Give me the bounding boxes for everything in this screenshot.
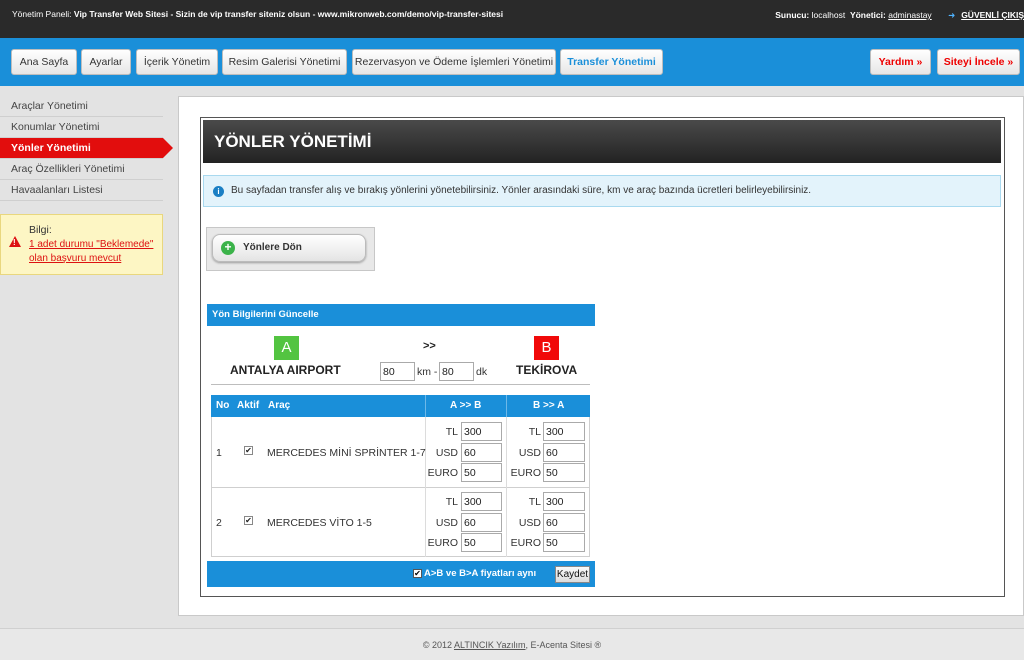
row-1-ba-euro-input[interactable] bbox=[543, 463, 585, 482]
row-2-ab-tl-input[interactable] bbox=[461, 492, 502, 511]
row-2-ab-usd-label: USD bbox=[435, 517, 458, 529]
row-1-no: 1 bbox=[216, 447, 222, 459]
row-2-ba-usd-label: USD bbox=[518, 517, 541, 529]
row-2-ba-euro-label: EURO bbox=[510, 537, 541, 549]
nav-rezervasyon[interactable]: Rezervasyon ve Ödeme İşlemleri Yönetimi bbox=[352, 49, 556, 75]
admin-link[interactable]: adminastay bbox=[888, 10, 931, 20]
header-divider bbox=[506, 395, 507, 417]
nav-ayarlar[interactable]: Ayarlar bbox=[81, 49, 131, 75]
footer-suffix: , E-Acenta Sitesi ® bbox=[525, 640, 602, 650]
sidebar-item-havaalanlari[interactable]: Havaalanları Listesi bbox=[0, 180, 163, 201]
col-aktif: Aktif bbox=[237, 400, 260, 411]
sidebar-item-yonler[interactable]: Yönler Yönetimi bbox=[0, 138, 173, 159]
price-table-header: No Aktif Araç A >> B B >> A bbox=[211, 395, 590, 417]
row-2-ab-euro-input[interactable] bbox=[461, 533, 502, 552]
col-a-to-b: A >> B bbox=[450, 400, 482, 411]
row-2-ab-euro-label: EURO bbox=[427, 537, 458, 549]
place-b: TEKİROVA bbox=[516, 363, 578, 377]
info-box: ! Bilgi: 1 adet durumu "Beklemede" olan … bbox=[0, 214, 163, 275]
row-2-ba-usd-input[interactable] bbox=[543, 513, 585, 532]
row-1-ab-usd-input[interactable] bbox=[461, 443, 502, 462]
server-value: localhost bbox=[811, 10, 846, 20]
row-1-ab-euro-label: EURO bbox=[427, 467, 458, 479]
server-label: Sunucu: bbox=[775, 10, 810, 20]
row-2-ba-tl-input[interactable] bbox=[543, 492, 585, 511]
form-divider bbox=[211, 384, 590, 385]
admin-label: Yönetici: bbox=[849, 10, 886, 20]
nav-ana-sayfa[interactable]: Ana Sayfa bbox=[11, 49, 77, 75]
same-prices-label: A>B ve B>A fiyatları aynı bbox=[424, 568, 537, 579]
duration-input[interactable] bbox=[439, 362, 474, 381]
distance-input[interactable] bbox=[380, 362, 415, 381]
col-arac: Araç bbox=[268, 400, 291, 411]
direction-arrows: >> bbox=[423, 340, 436, 352]
column-divider bbox=[425, 417, 426, 557]
row-1-ba-usd-input[interactable] bbox=[543, 443, 585, 462]
column-divider bbox=[506, 417, 507, 557]
pending-applications-link[interactable]: 1 adet durumu "Beklemede" olan başvuru m… bbox=[29, 238, 159, 266]
row-2-vehicle: MERCEDES VİTO 1-5 bbox=[267, 517, 372, 529]
place-a: ANTALYA AIRPORT bbox=[230, 363, 341, 377]
nav-transfer-yonetimi[interactable]: Transfer Yönetimi bbox=[560, 49, 663, 75]
form-footer: ✔ A>B ve B>A fiyatları aynı bbox=[207, 561, 595, 587]
row-1-ba-tl-label: TL bbox=[528, 426, 541, 438]
page-footer: © 2012 ALTINCIK Yazılım, E-Acenta Sitesi… bbox=[0, 628, 1024, 660]
warning-icon: ! bbox=[9, 236, 21, 247]
main-nav: Ana Sayfa Ayarlar İçerik Yönetim Resim G… bbox=[0, 38, 1024, 86]
plus-icon: + bbox=[221, 241, 235, 255]
save-button[interactable]: Kaydet bbox=[555, 566, 590, 583]
row-1-vehicle: MERCEDES MİNİ SPRİNTER 1-7 bbox=[267, 447, 426, 459]
nav-icerik-yonetim[interactable]: İçerik Yönetim bbox=[136, 49, 218, 75]
row-1-ba-tl-input[interactable] bbox=[543, 422, 585, 441]
form-header: Yön Bilgilerini Güncelle bbox=[207, 304, 595, 326]
site-title: Vip Transfer Web Sitesi - Sizin de vip t… bbox=[73, 9, 504, 19]
km-unit: km - bbox=[417, 366, 438, 378]
info-notice: i Bu sayfadan transfer alış ve bırakış y… bbox=[203, 175, 1001, 207]
company-link[interactable]: ALTINCIK Yazılım bbox=[454, 640, 526, 650]
copyright: © 2012 bbox=[422, 640, 452, 650]
row-1-ab-tl-input[interactable] bbox=[461, 422, 502, 441]
nav-resim-galerisi[interactable]: Resim Galerisi Yönetimi bbox=[222, 49, 347, 75]
row-1-ab-tl-label: TL bbox=[445, 426, 458, 438]
col-no: No bbox=[216, 400, 230, 411]
row-1-ba-usd-label: USD bbox=[518, 447, 541, 459]
same-prices-checkbox[interactable]: ✔ bbox=[413, 569, 422, 578]
row-1-active-checkbox[interactable]: ✔ bbox=[244, 446, 253, 455]
sidebar-item-araclar[interactable]: Araçlar Yönetimi bbox=[0, 96, 163, 117]
top-bar: Yönetim Paneli: Vip Transfer Web Sitesi … bbox=[0, 0, 1024, 38]
page-title: YÖNLER YÖNETİMİ bbox=[203, 120, 1001, 163]
row-2-ba-euro-input[interactable] bbox=[543, 533, 585, 552]
notice-text: Bu sayfadan transfer alış ve bırakış yön… bbox=[231, 185, 812, 196]
row-2-ba-tl-label: TL bbox=[528, 496, 541, 508]
minute-unit: dk bbox=[476, 366, 488, 378]
row-1-ba-euro-label: EURO bbox=[510, 467, 541, 479]
row-2-ab-usd-input[interactable] bbox=[461, 513, 502, 532]
row-1-ab-euro-input[interactable] bbox=[461, 463, 502, 482]
panel-label: Yönetim Paneli: bbox=[12, 9, 72, 19]
info-icon: i bbox=[213, 186, 224, 197]
badge-b: B bbox=[534, 336, 559, 360]
user-info: Sunucu: localhost Yönetici: adminastay ➜… bbox=[775, 10, 1024, 21]
back-button-label: Yönlere Dön bbox=[243, 242, 302, 253]
col-b-to-a: B >> A bbox=[533, 400, 565, 411]
badge-a: A bbox=[274, 336, 299, 360]
sidebar: Araçlar Yönetimi Konumlar Yönetimi Yönle… bbox=[0, 96, 173, 201]
logout-arrow-icon: ➜ bbox=[948, 10, 956, 20]
row-1-ab-usd-label: USD bbox=[435, 447, 458, 459]
site-info: Yönetim Paneli: Vip Transfer Web Sitesi … bbox=[12, 9, 512, 20]
row-2-no: 2 bbox=[216, 517, 222, 529]
row-2-active-checkbox[interactable]: ✔ bbox=[244, 516, 253, 525]
row-divider bbox=[211, 487, 590, 488]
back-to-directions-button[interactable]: + Yönlere Dön bbox=[212, 234, 366, 262]
sidebar-item-arac-ozellikleri[interactable]: Araç Özellikleri Yönetimi bbox=[0, 159, 163, 180]
logout-link[interactable]: GÜVENLİ ÇIKIŞ bbox=[961, 10, 1024, 20]
view-site-button[interactable]: Siteyi İncele » bbox=[937, 49, 1020, 75]
sidebar-item-konumlar[interactable]: Konumlar Yönetimi bbox=[0, 117, 163, 138]
header-divider bbox=[425, 395, 426, 417]
row-2-ab-tl-label: TL bbox=[445, 496, 458, 508]
info-title: Bilgi: bbox=[29, 224, 52, 236]
help-button[interactable]: Yardım » bbox=[870, 49, 931, 75]
